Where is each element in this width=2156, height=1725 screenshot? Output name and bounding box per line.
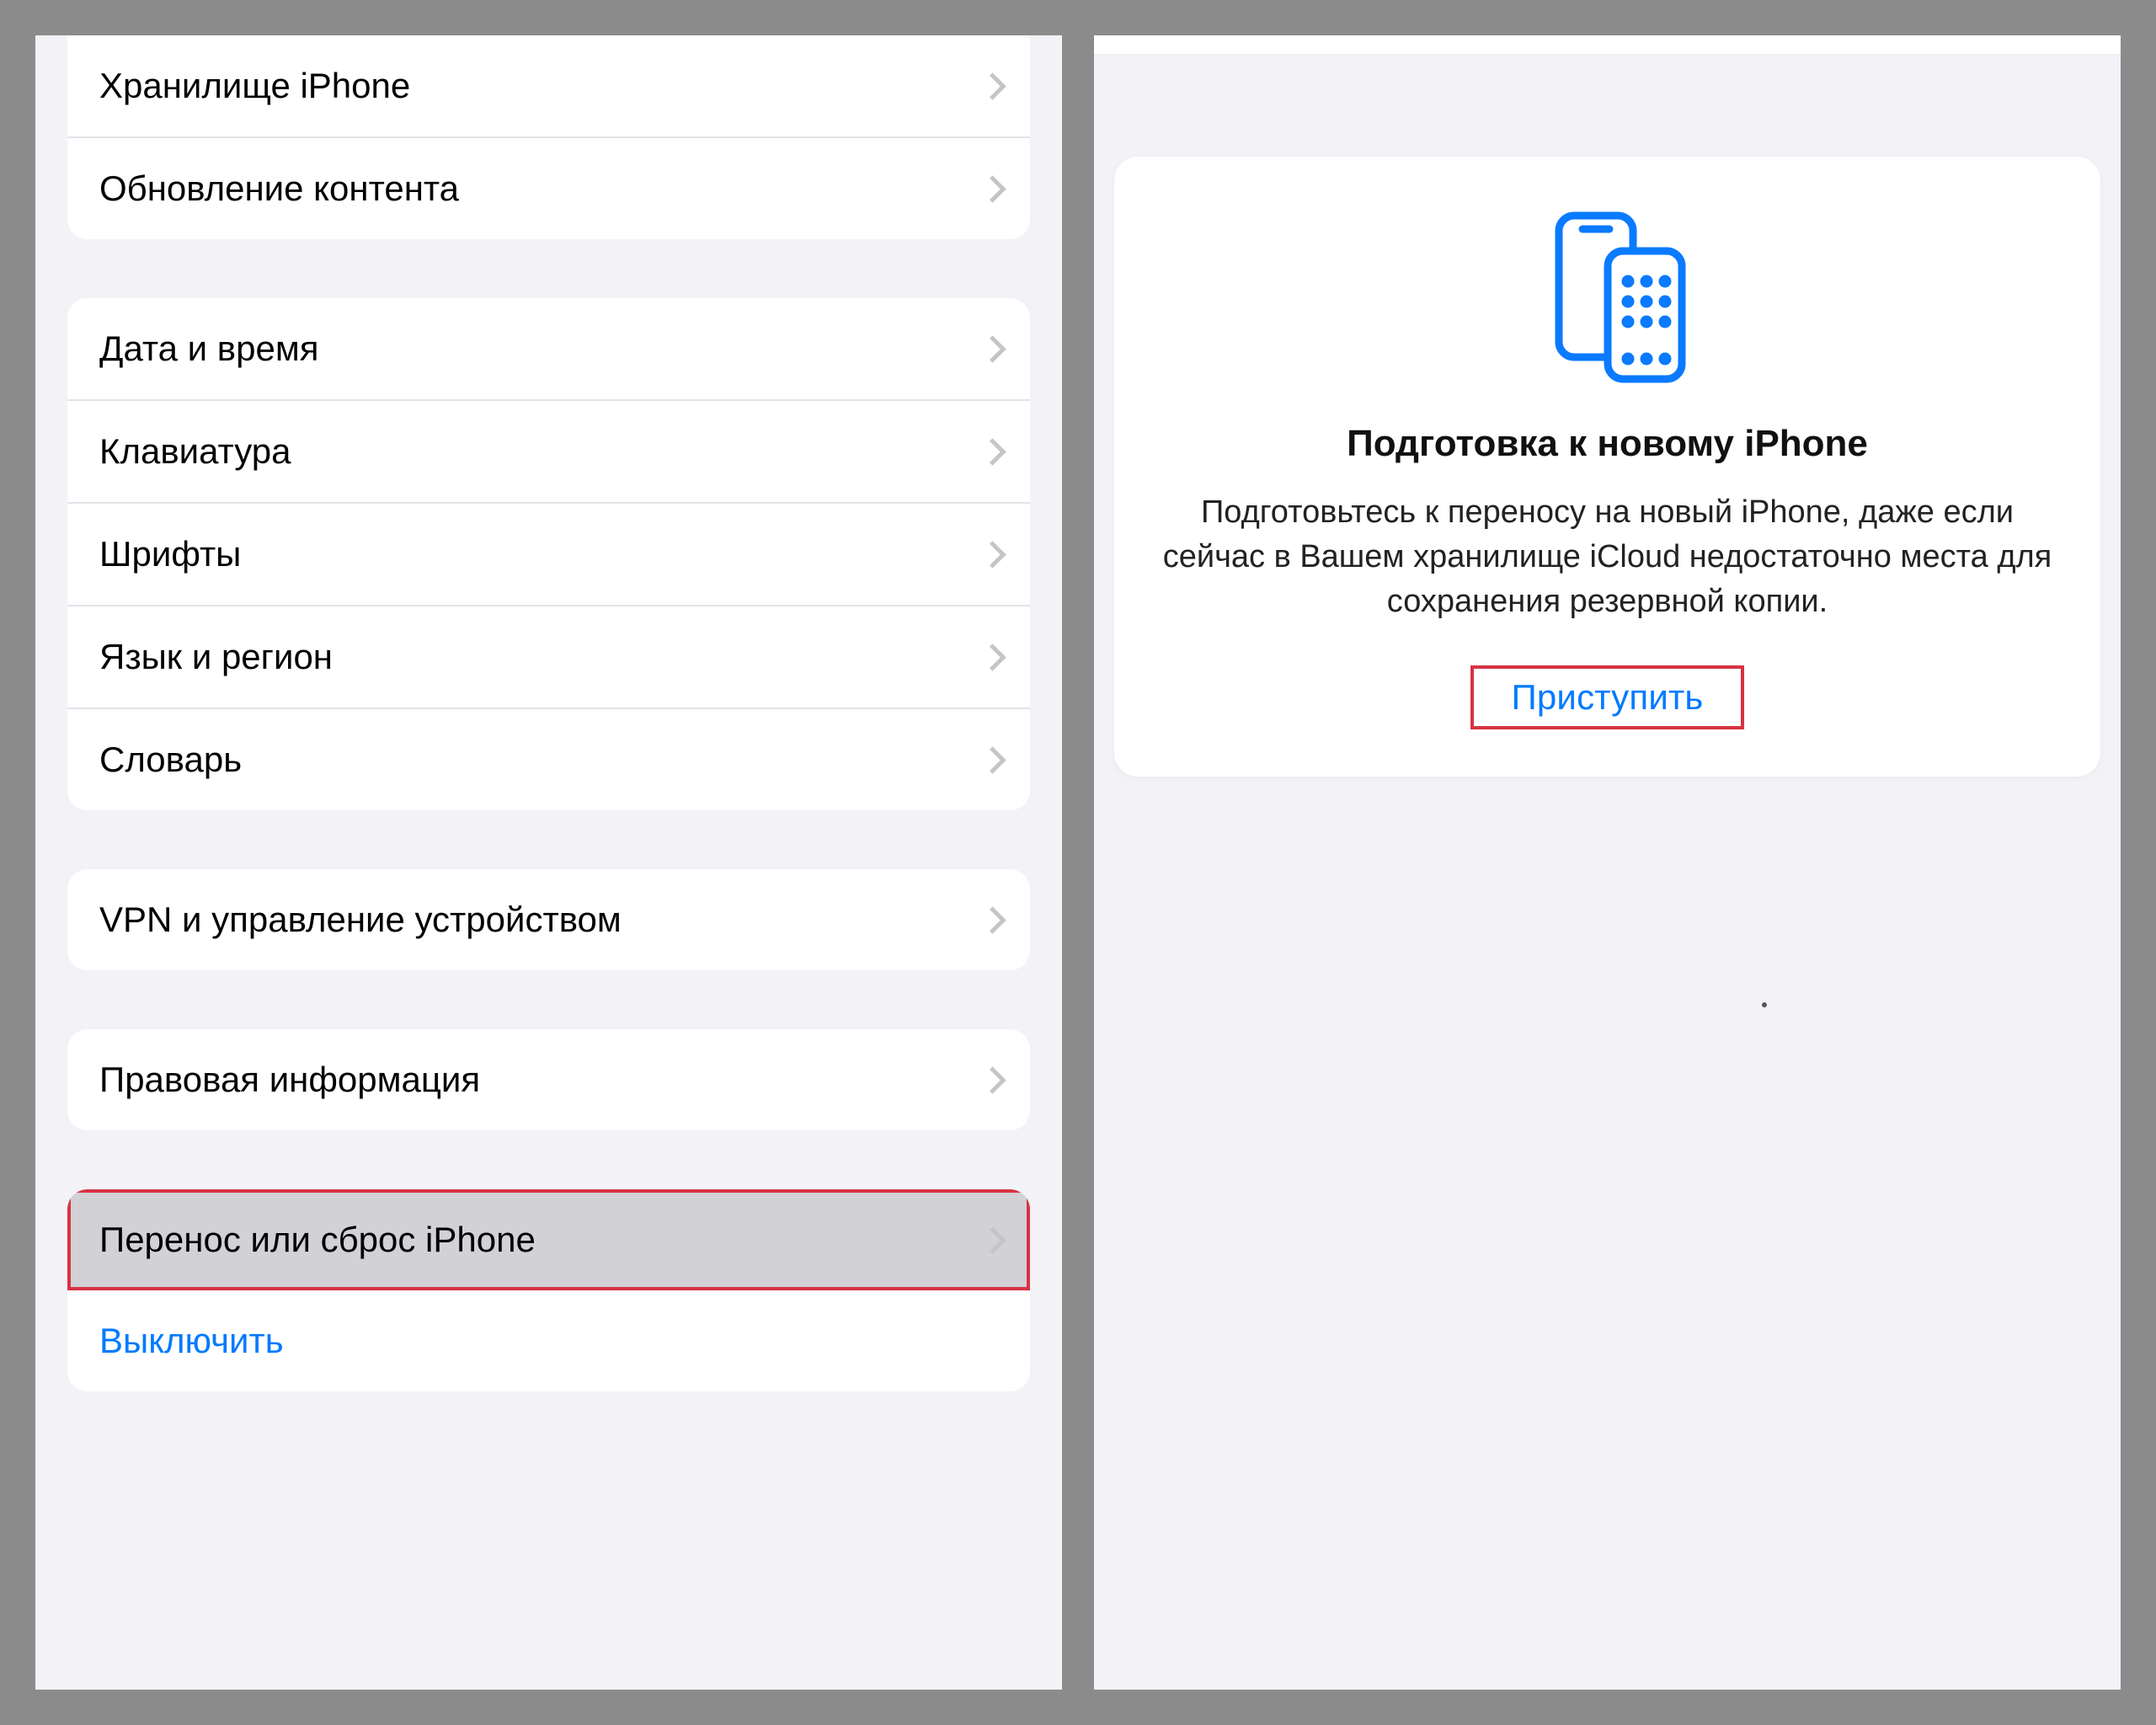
row-label: Обновление контента	[99, 168, 966, 209]
row-date-time[interactable]: Дата и время	[67, 298, 1030, 399]
card-description: Подготовьтесь к переносу на новый iPhone…	[1161, 490, 2053, 625]
card-title: Подготовка к новому iPhone	[1161, 423, 2053, 465]
row-language-region[interactable]: Язык и регион	[67, 605, 1030, 708]
chevron-right-icon	[983, 644, 998, 670]
chevron-right-icon	[983, 907, 998, 932]
row-storage[interactable]: Хранилище iPhone	[67, 35, 1030, 136]
settings-group-legal: Правовая информация	[67, 1029, 1030, 1130]
row-label: Клавиатура	[99, 431, 966, 472]
row-label: Язык и регион	[99, 637, 966, 677]
chevron-right-icon	[983, 336, 998, 361]
row-dictionary[interactable]: Словарь	[67, 708, 1030, 810]
row-label: Выключить	[99, 1321, 284, 1360]
row-fonts[interactable]: Шрифты	[67, 502, 1030, 605]
row-label: Правовая информация	[99, 1060, 966, 1100]
get-started-button[interactable]: Приступить	[1470, 665, 1743, 729]
chevron-right-icon	[983, 747, 998, 772]
row-label: VPN и управление устройством	[99, 900, 966, 940]
row-content-refresh[interactable]: Обновление контента	[67, 136, 1030, 239]
row-label: Хранилище iPhone	[99, 66, 966, 106]
phone-transfer-reset: Подготовка к новому iPhone Подготовьтесь…	[1094, 35, 2121, 1690]
row-label: Дата и время	[99, 328, 966, 369]
row-label: Словарь	[99, 740, 966, 780]
devices-transfer-icon	[1161, 207, 2053, 384]
right-content: Подготовка к новому iPhone Подготовьтесь…	[1094, 35, 2121, 777]
row-label: Перенос или сброс iPhone	[99, 1220, 966, 1260]
chevron-right-icon	[983, 1227, 998, 1252]
chevron-right-icon	[983, 439, 998, 464]
row-label: Шрифты	[99, 534, 966, 574]
settings-group-general-1: Хранилище iPhone Обновление контента	[67, 35, 1030, 239]
chevron-right-icon	[983, 176, 998, 201]
comparison-stage: Хранилище iPhone Обновление контента Дат…	[0, 0, 2156, 1725]
row-legal[interactable]: Правовая информация	[67, 1029, 1030, 1130]
stray-dot	[1762, 1002, 1767, 1007]
cta-wrap: Приступить	[1161, 665, 2053, 729]
row-keyboard[interactable]: Клавиатура	[67, 399, 1030, 502]
phone-settings: Хранилище iPhone Обновление контента Дат…	[35, 35, 1062, 1690]
row-shutdown[interactable]: Выключить	[67, 1290, 1030, 1391]
settings-group-vpn: VPN и управление устройством	[67, 869, 1030, 970]
prepare-new-iphone-card: Подготовка к новому iPhone Подготовьтесь…	[1114, 157, 2100, 777]
chevron-right-icon	[983, 73, 998, 99]
row-transfer-reset[interactable]: Перенос или сброс iPhone	[67, 1189, 1030, 1290]
settings-group-general-2: Дата и время Клавиатура Шрифты Язык и ре…	[67, 298, 1030, 810]
chevron-right-icon	[983, 542, 998, 567]
settings-group-transfer: Перенос или сброс iPhone Выключить	[67, 1189, 1030, 1391]
row-vpn-device-mgmt[interactable]: VPN и управление устройством	[67, 869, 1030, 970]
chevron-right-icon	[983, 1067, 998, 1092]
nav-bar-fragment	[1094, 35, 2121, 56]
